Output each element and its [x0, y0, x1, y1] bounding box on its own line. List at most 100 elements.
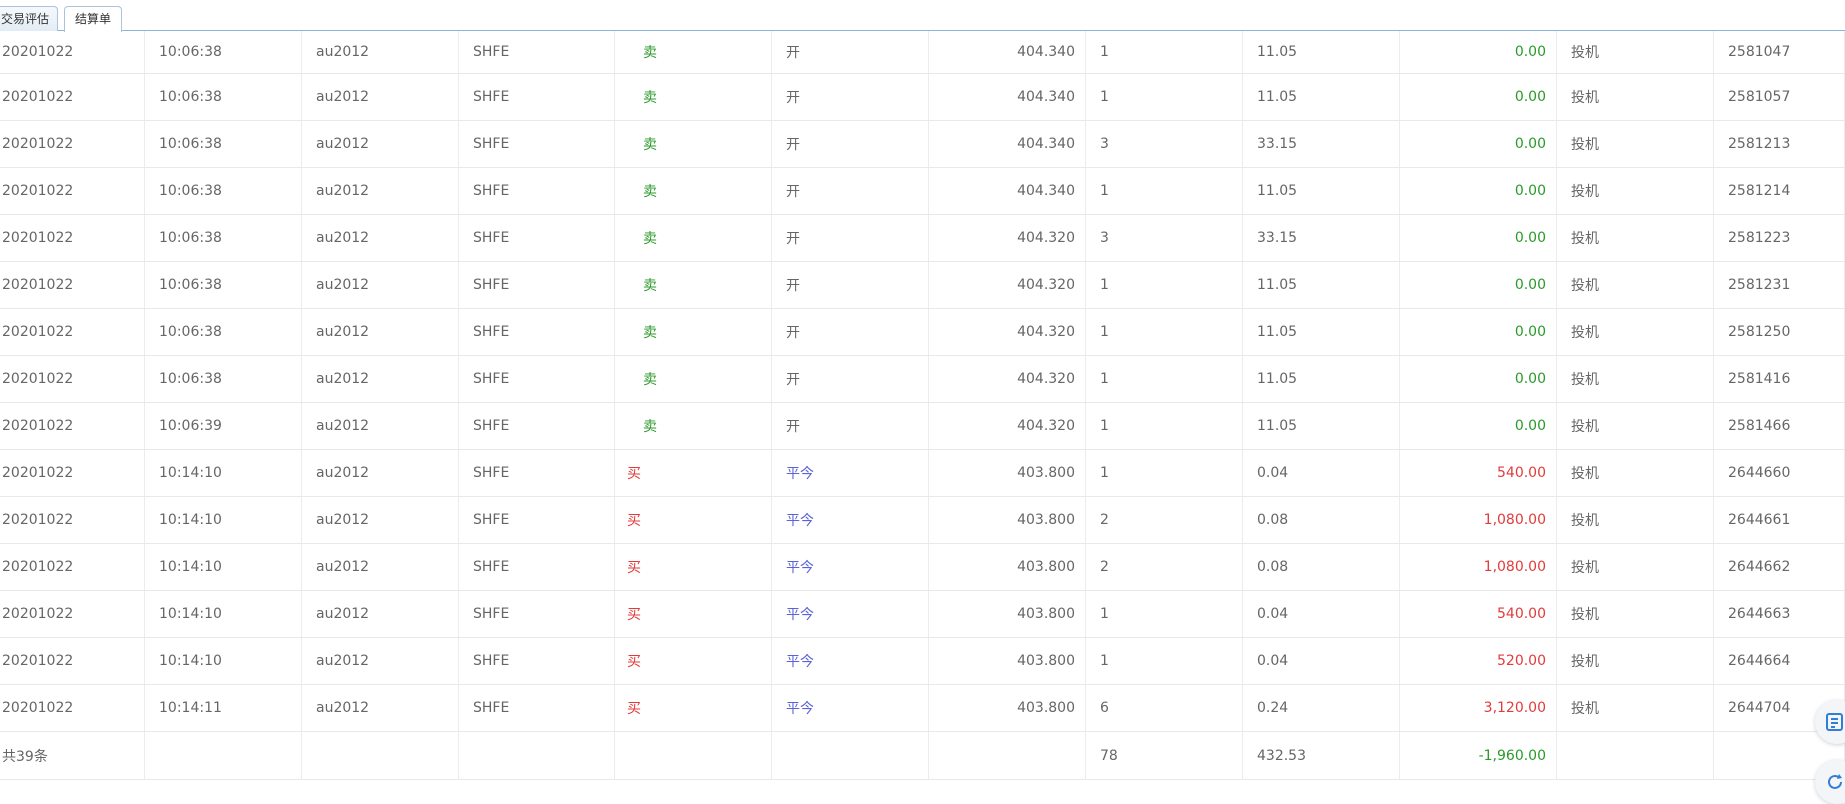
cell-fee: 0.04 [1243, 591, 1400, 637]
cell-fee: 0.24 [1243, 685, 1400, 731]
cell-hedge: 投机 [1557, 685, 1714, 731]
table-row[interactable]: 20201022 10:14:10 au2012 SHFE 买 平今 403.800 1 0.0… [0, 638, 1845, 685]
cell-fee: 33.15 [1243, 121, 1400, 167]
cell-offset-text: 开 [786, 419, 800, 435]
cell-hedge: 投机 [1557, 356, 1714, 402]
cell-direction-text: 买 [627, 701, 641, 717]
cell-contract: au2012 [302, 262, 459, 308]
table-row[interactable]: 20201022 10:06:38 au2012 SHFE 卖 开 404.340 1 11.0… [0, 31, 1845, 74]
cell-pnl-text: 0.00 [1514, 324, 1546, 340]
cell-hedge-text: 投机 [1571, 372, 1599, 388]
cell-offset-text: 平今 [786, 560, 814, 576]
cell-price: 403.800 [929, 685, 1086, 731]
cell-fee: 11.05 [1243, 168, 1400, 214]
cell-trade-id-text: 2581250 [1728, 324, 1791, 340]
cell-hedge: 投机 [1557, 591, 1714, 637]
cell-exchange: SHFE [459, 403, 615, 449]
cell-volume-text: 3 [1100, 230, 1109, 246]
cell-fee-text: 0.04 [1257, 465, 1289, 481]
cell-contract [302, 732, 459, 779]
cell-trade-id-text: 2644664 [1728, 653, 1791, 669]
cell-exchange: SHFE [459, 544, 615, 590]
cell-volume: 2 [1086, 497, 1243, 543]
cell-trade-id: 2581057 [1714, 74, 1845, 120]
cell-direction: 买 [615, 544, 772, 590]
cell-trade-id-text: 2644663 [1728, 606, 1791, 622]
cell-offset-text: 平今 [786, 466, 814, 482]
cell-volume: 1 [1086, 403, 1243, 449]
tab-trade-evaluation[interactable]: 交易评估 [0, 6, 58, 31]
cell-pnl-text: 3,120.00 [1483, 700, 1546, 716]
table-row[interactable]: 20201022 10:14:10 au2012 SHFE 买 平今 403.800 2 0.0… [0, 544, 1845, 591]
cell-direction: 卖 [615, 356, 772, 402]
tab-settlement-statement[interactable]: 结算单 [64, 6, 122, 32]
cell-direction: 买 [615, 497, 772, 543]
cell-time-text: 10:06:38 [159, 324, 222, 340]
summary-total-pnl-text: -1,960.00 [1478, 747, 1546, 764]
cell-offset: 平今 [772, 638, 929, 684]
cell-hedge-text: 投机 [1571, 654, 1599, 670]
cell-offset: 平今 [772, 544, 929, 590]
cell-price: 404.320 [929, 262, 1086, 308]
cell-hedge-text: 投机 [1571, 278, 1599, 294]
table-row[interactable]: 20201022 10:06:38 au2012 SHFE 卖 开 404.320 1 11.0… [0, 309, 1845, 356]
table-row[interactable]: 20201022 10:06:39 au2012 SHFE 卖 开 404.320 1 11.0… [0, 403, 1845, 450]
cell-offset: 开 [772, 356, 929, 402]
cell-volume-text: 1 [1100, 418, 1109, 434]
table-row[interactable]: 20201022 10:06:38 au2012 SHFE 卖 开 404.340 1 11.0… [0, 74, 1845, 121]
cell-trade-id-text: 2644660 [1728, 465, 1791, 481]
cell-fee-text: 33.15 [1257, 230, 1298, 246]
cell-exchange-text: SHFE [473, 89, 510, 105]
cell-trade-id: 2581047 [1714, 31, 1845, 73]
cell-price: 404.320 [929, 356, 1086, 402]
cell-trade-id-text: 2644662 [1728, 559, 1791, 575]
cell-hedge-text: 投机 [1571, 607, 1599, 623]
cell-price: 404.340 [929, 168, 1086, 214]
cell-trade-id: 2581466 [1714, 403, 1845, 449]
cell-contract-text: au2012 [316, 653, 370, 669]
cell-time: 10:06:38 [145, 262, 302, 308]
cell-time: 10:14:11 [145, 685, 302, 731]
cell-fee: 11.05 [1243, 262, 1400, 308]
cell-pnl-text: 0.00 [1514, 277, 1546, 293]
cell-time: 10:14:10 [145, 450, 302, 496]
refresh-button[interactable] [1815, 760, 1845, 804]
cell-volume: 1 [1086, 74, 1243, 120]
cell-price-text: 403.800 [1017, 465, 1075, 481]
cell-hedge-text: 投机 [1571, 184, 1599, 200]
cell-exchange-text: SHFE [473, 418, 510, 434]
cell-trade-id: 2581223 [1714, 215, 1845, 261]
cell-pnl-text: 540.00 [1497, 465, 1546, 481]
cell-date: 20201022 [0, 121, 145, 167]
table-row[interactable]: 20201022 10:06:38 au2012 SHFE 卖 开 404.320 1 11.0… [0, 356, 1845, 403]
cell-time: 10:14:10 [145, 638, 302, 684]
table-row[interactable]: 20201022 10:14:10 au2012 SHFE 买 平今 403.800 2 0.0… [0, 497, 1845, 544]
table-row[interactable]: 20201022 10:06:38 au2012 SHFE 卖 开 404.320 3 33.1… [0, 215, 1845, 262]
table-row[interactable]: 20201022 10:14:11 au2012 SHFE 买 平今 403.800 6 0.2… [0, 685, 1845, 732]
table-row[interactable]: 20201022 10:14:10 au2012 SHFE 买 平今 403.800 1 0.0… [0, 591, 1845, 638]
cell-offset-text: 平今 [786, 607, 814, 623]
cell-pnl: 0.00 [1400, 31, 1557, 73]
cell-volume: 1 [1086, 262, 1243, 308]
cell-volume-text: 1 [1100, 324, 1109, 340]
cell-offset-text: 平今 [786, 654, 814, 670]
cell-trade-id: 2581231 [1714, 262, 1845, 308]
cell-exchange-text: SHFE [473, 371, 510, 387]
table-row[interactable]: 20201022 10:06:38 au2012 SHFE 卖 开 404.340 1 11.0… [0, 168, 1845, 215]
cell-volume: 1 [1086, 356, 1243, 402]
table-row[interactable]: 20201022 10:06:38 au2012 SHFE 卖 开 404.340 3 33.1… [0, 121, 1845, 168]
cell-hedge-text: 投机 [1571, 325, 1599, 341]
cell-contract: au2012 [302, 31, 459, 73]
cell-exchange-text: SHFE [473, 136, 510, 152]
table-row[interactable]: 20201022 10:14:10 au2012 SHFE 买 平今 403.800 1 0.0… [0, 450, 1845, 497]
cell-fee: 0.04 [1243, 450, 1400, 496]
cell-time-text: 10:14:10 [159, 465, 222, 481]
cell-contract-text: au2012 [316, 89, 370, 105]
cell-fee: 0.04 [1243, 638, 1400, 684]
cell-direction-text: 卖 [643, 419, 657, 435]
cell-offset-text: 开 [786, 231, 800, 247]
cell-volume: 1 [1086, 450, 1243, 496]
cell-volume-text: 1 [1100, 606, 1109, 622]
cell-direction: 卖 [615, 121, 772, 167]
table-row[interactable]: 20201022 10:06:38 au2012 SHFE 卖 开 404.320 1 11.0… [0, 262, 1845, 309]
